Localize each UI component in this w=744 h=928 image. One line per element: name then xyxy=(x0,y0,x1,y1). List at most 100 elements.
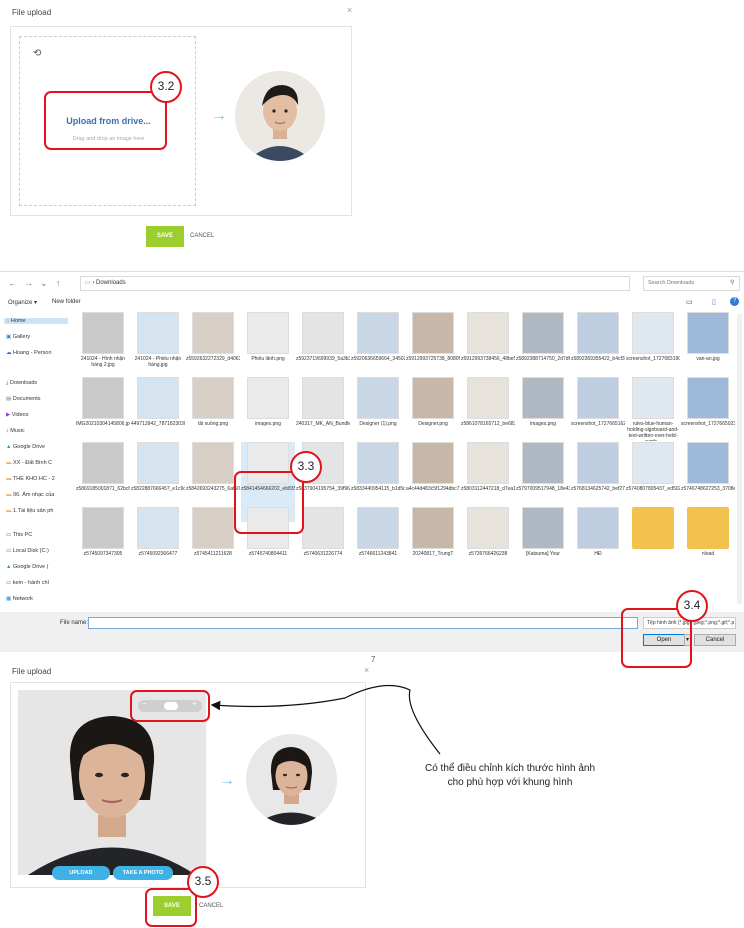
annotation-line-2: cho phù hợp với khung hình xyxy=(447,777,573,788)
file-item[interactable]: 20240817_TrungT xyxy=(406,507,460,587)
take-photo-button[interactable]: TAKE A PHOTO xyxy=(113,866,173,880)
file-thumbnail xyxy=(192,442,234,484)
file-name-label: File name: xyxy=(60,620,89,626)
up-icon[interactable]: ↑ xyxy=(56,278,61,288)
file-explorer-window: ← → ⌄ ↑ ▭ › Downloads Search Downloads ⚲… xyxy=(0,271,744,652)
new-folder-button[interactable]: New folder xyxy=(52,299,81,305)
file-thumbnail xyxy=(357,377,399,419)
file-name: z5768134625742_bef278580e9ee701230f61e55… xyxy=(571,486,625,492)
file-name: z5923719699939_5a3b3ef77bbd3b5300b5f5b45… xyxy=(296,356,350,362)
path-text: Downloads xyxy=(96,280,126,286)
file-thumbnail xyxy=(577,312,619,354)
annotation-line-1: Có thể điều chỉnh kích thước hình ảnh xyxy=(424,763,596,774)
file-thumbnail xyxy=(247,312,289,354)
file-name: screenshot_1727683190.png xyxy=(626,356,680,362)
file-item[interactable]: z5739766426238 xyxy=(461,507,515,587)
file-name: z5739766426238 xyxy=(468,551,508,557)
sidebar-item-this-pc[interactable]: ▭ This PC xyxy=(6,532,32,538)
file-thumbnail xyxy=(467,377,509,419)
file-item[interactable] xyxy=(626,507,680,587)
callout-upload-drive xyxy=(44,91,167,150)
file-item[interactable]: HĐ xyxy=(571,507,625,587)
file-item[interactable]: nload xyxy=(681,507,735,587)
sidebar-item-home[interactable]: ⌂ Home xyxy=(4,318,68,324)
view-icon[interactable]: ▭ xyxy=(686,298,693,306)
file-name: z5892388714750_2d7df4e0d3d38bd27f39f1dea… xyxy=(516,356,570,362)
file-name: z5592632272329_d4063130e5bf9f4ab1b7138bb… xyxy=(186,356,240,362)
step-badge-3-3: 3.3 xyxy=(290,451,322,483)
file-item[interactable]: z5746611243841 xyxy=(351,507,405,587)
annotation-text: Có thể điều chỉnh kích thước hình ảnh ch… xyxy=(390,762,630,790)
sidebar-item-google-drive[interactable]: ▲ Google Drive xyxy=(6,444,45,450)
callout-select-file xyxy=(234,471,304,534)
sidebar-item-gallery[interactable]: ▣ Gallery xyxy=(6,334,30,340)
sidebar-item-music[interactable]: ♪ Music xyxy=(6,428,25,434)
disk-icon: ▭ xyxy=(6,548,13,554)
cancel-button-2[interactable]: CANCEL xyxy=(199,903,223,909)
file-name xyxy=(626,551,680,571)
callout-zoom-slider xyxy=(130,690,210,722)
file-item[interactable]: z5740631226774 xyxy=(296,507,350,587)
file-thumbnail xyxy=(412,312,454,354)
file-name: [Katsuma] Your xyxy=(526,551,560,557)
close-icon[interactable]: × xyxy=(364,665,369,675)
file-name: z5745092366477 xyxy=(138,551,178,557)
sidebar-item-onedrive[interactable]: ☁ Hoang - Person xyxy=(6,350,52,356)
disk-icon: ▭ xyxy=(6,580,13,586)
undo-icon[interactable]: ⟲ xyxy=(33,48,41,59)
scrollbar[interactable] xyxy=(737,314,742,604)
sidebar-item-videos[interactable]: ▶ Videos xyxy=(6,412,28,418)
close-icon[interactable]: × xyxy=(347,5,352,15)
upload-button[interactable]: UPLOAD xyxy=(52,866,110,880)
file-grid: 241024 - Hình nhận hàng 2.jpg 241024 - Ph… xyxy=(76,312,738,612)
file-name: screenshot_1727665023.png xyxy=(681,421,735,427)
sidebar-item-downloads[interactable]: ⤓ Downloads xyxy=(6,380,37,387)
step-badge-3-2: 3.2 xyxy=(150,71,182,103)
file-thumbnail xyxy=(82,377,124,419)
sidebar-item-google-drive-2[interactable]: ▲ Google Drive ( xyxy=(6,564,48,570)
cancel-button[interactable]: CANCEL xyxy=(190,233,214,239)
organize-menu[interactable]: Organize ▾ xyxy=(8,299,37,306)
search-input[interactable]: Search Downloads xyxy=(643,276,740,291)
sidebar-item-documents[interactable]: ▤ Documents xyxy=(6,396,41,402)
sidebar-item-folder-4[interactable]: ▬ 1.Tài liệu sản ph xyxy=(6,508,53,514)
file-item[interactable]: z5745097347305 xyxy=(76,507,130,587)
address-bar[interactable]: ▭ › Downloads xyxy=(80,276,630,291)
file-thumbnail xyxy=(82,312,124,354)
file-thumbnail xyxy=(302,377,344,419)
file-name: 449713942_787182303061334_16834881907174… xyxy=(131,421,185,427)
sidebar-item-folder-1[interactable]: ▬ XX - Đất Bình C xyxy=(6,460,52,466)
file-thumbnail xyxy=(302,312,344,354)
sidebar-item-kem[interactable]: ▭ kem - hành chí xyxy=(6,580,49,586)
file-name: 20240817_TrungT xyxy=(412,551,454,557)
sidebar-item-folder-2[interactable]: ▬ THE KHO HC - 2 xyxy=(6,476,55,482)
save-button[interactable]: SAVE xyxy=(146,226,184,247)
file-thumbnail xyxy=(412,507,454,549)
file-thumbnail xyxy=(357,312,399,354)
recent-chevron-icon[interactable]: ⌄ xyxy=(40,278,48,289)
sidebar-item-local-disk[interactable]: ▭ Local Disk (C:) xyxy=(6,548,49,554)
file-name: a4c44d483c5f1294dbc71ba46e5124c1.jpg xyxy=(406,486,460,492)
back-icon[interactable]: ← xyxy=(8,278,17,288)
forward-icon[interactable]: → xyxy=(24,278,33,288)
file-name: z5842693243275_6af5052ff47a6f3a558a6751b… xyxy=(186,486,240,492)
sidebar-item-network[interactable]: ▦ Network xyxy=(6,596,33,602)
file-thumbnail xyxy=(577,507,619,549)
folder-icon: ▬ xyxy=(6,492,14,498)
file-item[interactable]: z5745092366477 xyxy=(131,507,185,587)
file-thumbnail xyxy=(632,507,674,549)
file-thumbnail xyxy=(467,442,509,484)
file-thumbnail xyxy=(577,377,619,419)
command-bar: Organize ▾ New folder ▭ ▯ ? xyxy=(0,296,744,310)
sidebar-item-folder-3[interactable]: ▬ 96. Âm nhạc của xyxy=(6,492,54,498)
help-icon[interactable]: ? xyxy=(730,297,739,306)
preview-pane-icon[interactable]: ▯ xyxy=(712,298,716,306)
file-name-input[interactable] xyxy=(88,617,638,629)
file-thumbnail xyxy=(247,377,289,419)
cancel-button[interactable]: Cancel xyxy=(694,634,736,646)
cursor-mark: 7 xyxy=(371,655,376,664)
annotation-arrow xyxy=(210,684,441,755)
file-item[interactable]: z5745411211628 xyxy=(186,507,240,587)
file-thumbnail xyxy=(412,442,454,484)
file-item[interactable]: [Katsuma] Your xyxy=(516,507,570,587)
